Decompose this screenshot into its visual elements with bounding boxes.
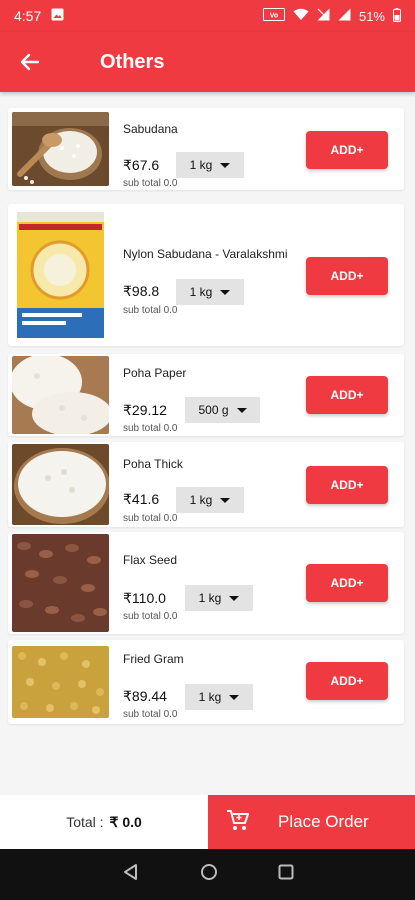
back-nav-icon[interactable] — [122, 863, 140, 886]
dropdown-arrow-icon — [229, 694, 240, 700]
add-button[interactable]: ADD+ — [306, 257, 388, 295]
place-order-label: Place Order — [278, 812, 369, 831]
unit-select[interactable]: 1 kg — [176, 487, 244, 513]
product-image — [12, 534, 109, 632]
unit-select-value: 1 kg — [189, 493, 213, 507]
dropdown-arrow-icon — [220, 289, 231, 295]
total-label: Total : — [66, 814, 104, 830]
svg-text:Vo: Vo — [270, 13, 278, 20]
add-button[interactable]: ADD+ — [306, 131, 388, 169]
product-card: Sabudana ₹67.6 1 kg sub total 0.0 ADD+ — [8, 108, 404, 190]
subtotal-text: sub total 0.0 — [123, 611, 178, 622]
system-nav-bar — [0, 849, 415, 900]
battery-percent: 51% — [358, 8, 385, 24]
subtotal-text: sub total 0.0 — [123, 423, 178, 434]
dropdown-arrow-icon — [229, 595, 240, 601]
place-order-button[interactable]: Place Order — [208, 795, 415, 849]
product-image — [12, 444, 109, 525]
status-time: 4:57 — [14, 8, 42, 24]
subtotal-text: sub total 0.0 — [123, 178, 178, 189]
product-name: Sabudana — [123, 122, 178, 136]
signal-icon — [317, 8, 330, 24]
product-image — [12, 646, 109, 718]
product-name: Flax Seed — [123, 553, 178, 567]
subtotal-text: sub total 0.0 — [123, 513, 178, 524]
app-bar: Others — [0, 32, 415, 92]
add-button[interactable]: ADD+ — [306, 564, 388, 602]
product-name: Poha Paper — [123, 366, 187, 380]
product-name: Fried Gram — [123, 652, 184, 666]
product-price: ₹67.6 — [123, 157, 160, 173]
signal-icon-2 — [338, 8, 351, 24]
total-section: Total : ₹ 0.0 — [0, 795, 208, 849]
unit-select-value: 1 kg — [189, 158, 213, 172]
unit-select-value: 1 kg — [198, 690, 222, 704]
cart-icon — [226, 809, 250, 836]
battery-icon — [393, 7, 401, 25]
unit-select-value: 500 g — [198, 403, 229, 417]
unit-select[interactable]: 500 g — [185, 397, 260, 423]
dropdown-arrow-icon — [220, 162, 231, 168]
product-image — [12, 356, 109, 434]
home-nav-icon[interactable] — [200, 863, 218, 886]
product-price: ₹98.8 — [123, 283, 160, 299]
product-name: Poha Thick — [123, 457, 183, 471]
unit-select[interactable]: 1 kg — [185, 684, 253, 710]
back-arrow-icon — [20, 53, 40, 71]
product-price: ₹110.0 — [123, 590, 166, 606]
subtotal-text: sub total 0.0 — [123, 709, 178, 720]
unit-select[interactable]: 1 kg — [185, 585, 253, 611]
total-value: ₹ 0.0 — [109, 813, 142, 830]
page-title: Others — [100, 50, 165, 73]
add-button[interactable]: ADD+ — [306, 466, 388, 504]
recents-nav-icon[interactable] — [278, 864, 294, 885]
status-bar: 4:57 Vo 51% — [0, 0, 415, 32]
image-notification-icon — [51, 8, 64, 24]
add-button[interactable]: ADD+ — [306, 376, 388, 414]
product-card: Poha Thick ₹41.6 1 kg sub total 0.0 ADD+ — [8, 442, 404, 527]
product-card: Nylon Sabudana - Varalakshmi ₹98.8 1 kg … — [8, 204, 404, 346]
back-button[interactable] — [0, 32, 60, 92]
product-card: Fried Gram ₹89.44 1 kg sub total 0.0 ADD… — [8, 640, 404, 724]
product-image — [12, 112, 109, 186]
vowifi-icon: Vo — [262, 8, 285, 24]
unit-select-value: 1 kg — [189, 285, 213, 299]
wifi-icon — [293, 8, 309, 24]
product-price: ₹41.6 — [123, 491, 160, 507]
product-price: ₹89.44 — [123, 688, 167, 704]
add-button[interactable]: ADD+ — [306, 662, 388, 700]
dropdown-arrow-icon — [220, 497, 231, 503]
subtotal-text: sub total 0.0 — [123, 305, 178, 316]
product-name: Nylon Sabudana - Varalakshmi — [123, 247, 288, 261]
order-bar: Total : ₹ 0.0 Place Order — [0, 795, 415, 849]
product-card: Flax Seed ₹110.0 1 kg sub total 0.0 ADD+ — [8, 532, 404, 634]
unit-select[interactable]: 1 kg — [176, 279, 244, 305]
product-image — [14, 210, 107, 340]
unit-select-value: 1 kg — [198, 591, 222, 605]
dropdown-arrow-icon — [236, 407, 247, 413]
product-price: ₹29.12 — [123, 402, 167, 418]
unit-select[interactable]: 1 kg — [176, 152, 244, 178]
product-card: Poha Paper ₹29.12 500 g sub total 0.0 AD… — [8, 354, 404, 436]
